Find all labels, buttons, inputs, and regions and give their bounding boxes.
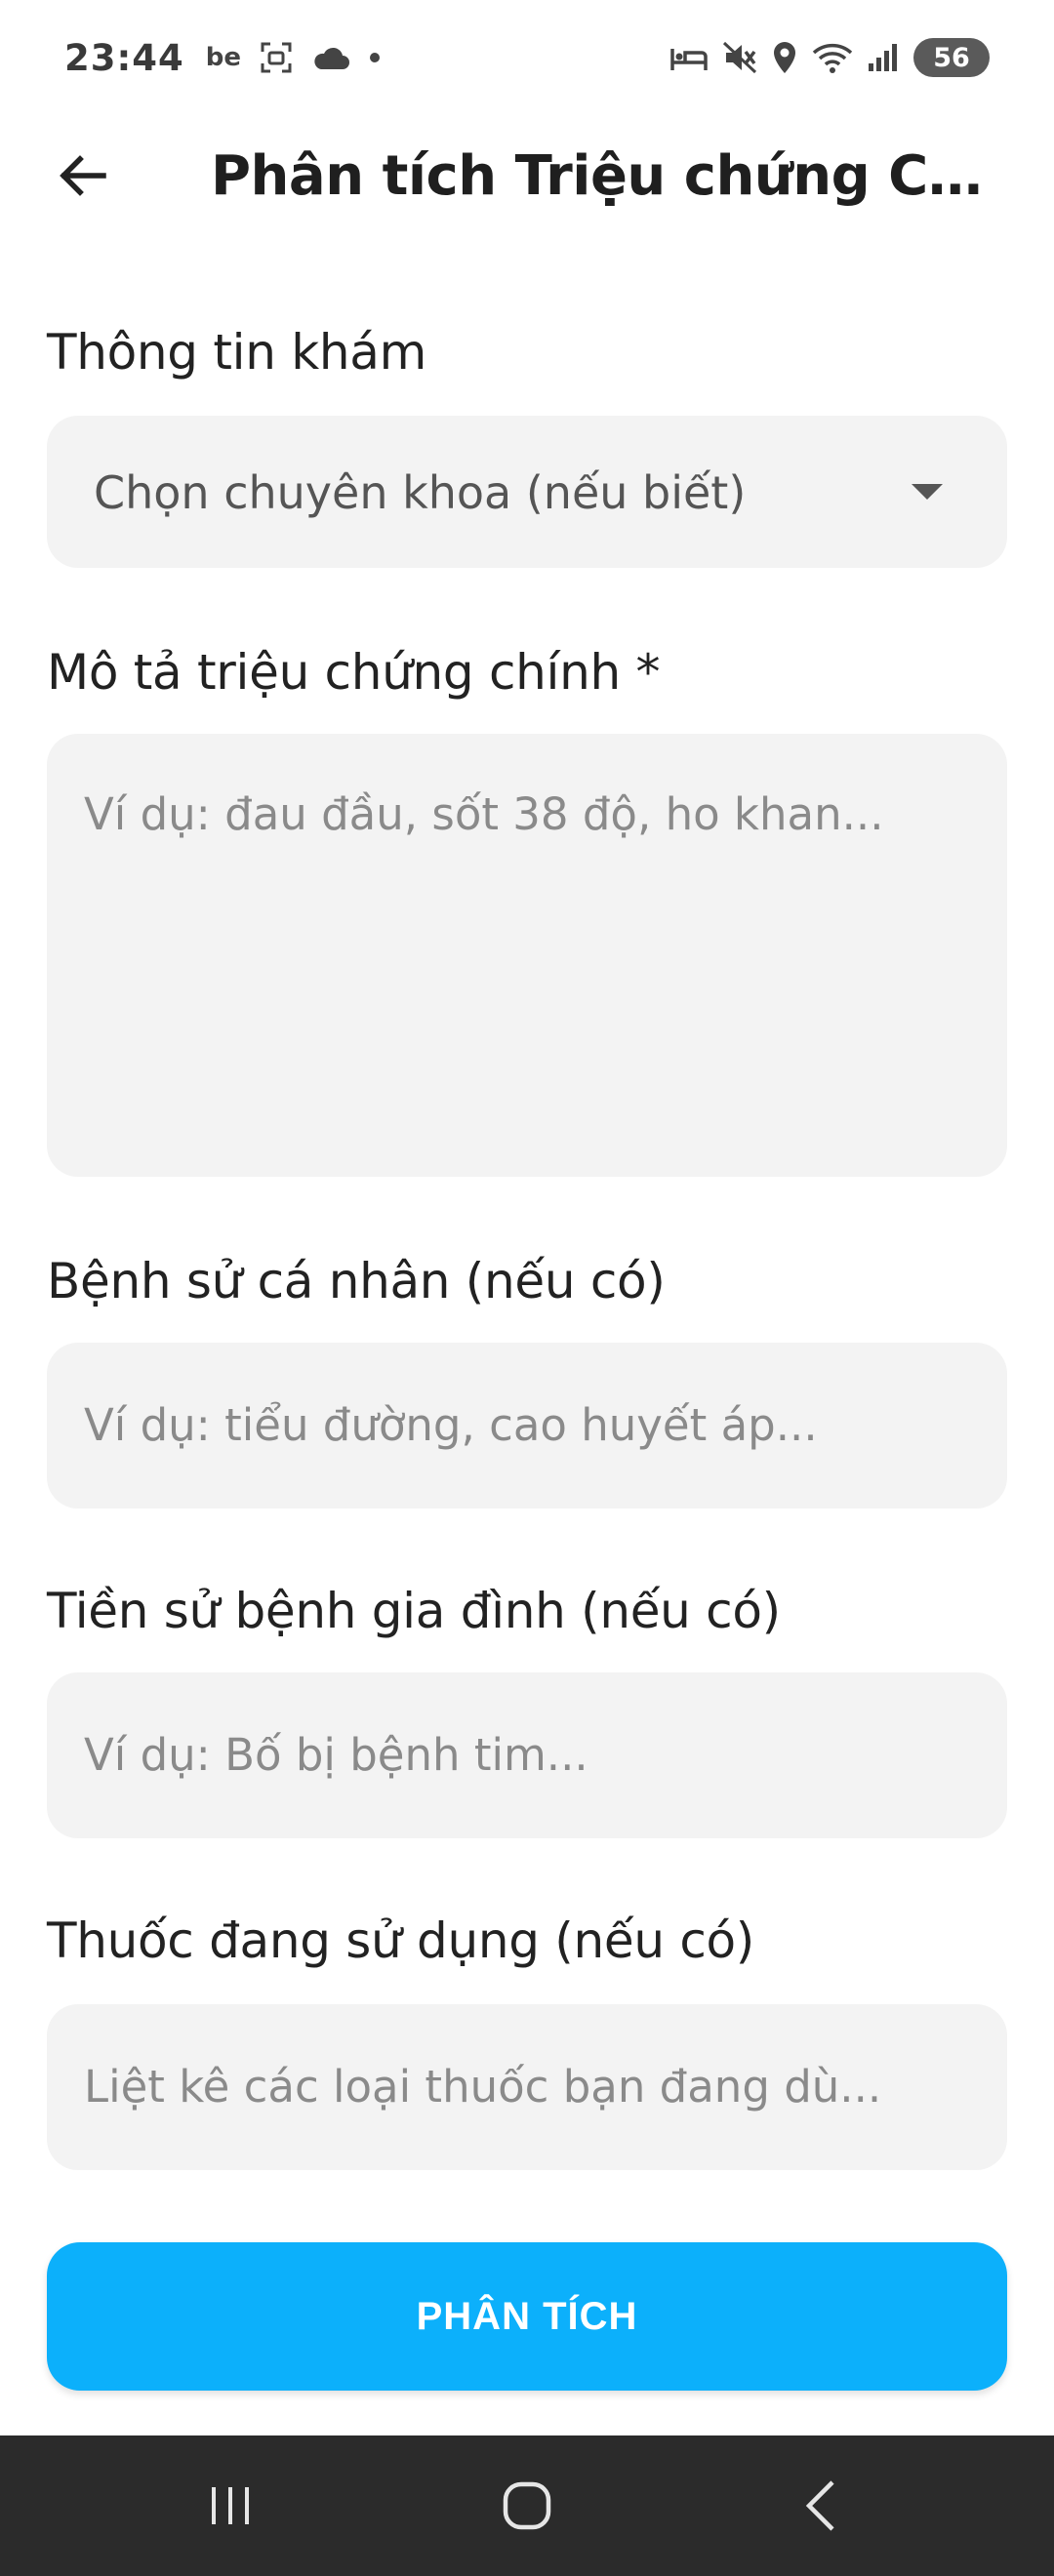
status-right-icons: 56	[669, 0, 990, 115]
caret-down-icon	[912, 484, 943, 500]
status-left-icons: be	[206, 40, 382, 75]
status-bar: 23:44 be 56	[0, 0, 1054, 115]
cloud-icon	[311, 43, 350, 72]
wifi-icon	[812, 41, 853, 74]
medications-placeholder: Liệt kê các loại thuốc bạn đang dù...	[84, 2061, 882, 2113]
medications-input[interactable]: Liệt kê các loại thuốc bạn đang dù...	[47, 2004, 1007, 2170]
page-title: Phân tích Triệu chứng Chi...	[211, 144, 1011, 208]
personal-history-input[interactable]: Ví dụ: tiểu đường, cao huyết áp...	[47, 1343, 1007, 1509]
app-bar: Phân tích Triệu chứng Chi...	[0, 115, 1054, 236]
medications-label: Thuốc đang sử dụng (nếu có)	[47, 1912, 755, 1969]
personal-history-placeholder: Ví dụ: tiểu đường, cao huyết áp...	[84, 1399, 818, 1451]
personal-history-label: Bệnh sử cá nhân (nếu có)	[47, 1253, 666, 1309]
dot-icon	[368, 51, 382, 64]
chevron-left-icon	[805, 2480, 834, 2531]
be-icon: be	[205, 43, 242, 72]
specialty-dropdown[interactable]: Chọn chuyên khoa (nếu biết)	[47, 416, 1007, 568]
symptoms-textarea[interactable]: Ví dụ: đau đầu, sốt 38 độ, ho khan...	[47, 734, 1007, 1177]
home-icon	[503, 2481, 551, 2530]
bed-icon	[669, 43, 709, 72]
recent-apps-button[interactable]	[172, 2463, 289, 2549]
family-history-input[interactable]: Ví dụ: Bố bị bệnh tim...	[47, 1672, 1007, 1838]
section-title: Thông tin khám	[47, 324, 427, 381]
system-nav-bar	[0, 2435, 1054, 2576]
arrow-left-icon	[60, 155, 106, 196]
family-history-placeholder: Ví dụ: Bố bị bệnh tim...	[84, 1729, 588, 1781]
analyze-button-label: PHÂN TÍCH	[416, 2294, 638, 2338]
mute-icon	[722, 41, 757, 74]
home-button[interactable]	[468, 2463, 586, 2549]
status-time: 23:44	[64, 36, 184, 79]
symptoms-label: Mô tả triệu chứng chính *	[47, 644, 661, 701]
battery-indicator: 56	[913, 38, 990, 77]
recent-apps-icon	[212, 2487, 249, 2524]
screen: 23:44 be 56 Phân tích Triệu chứng Chi...…	[0, 0, 1054, 2576]
family-history-label: Tiền sử bệnh gia đình (nếu có)	[47, 1583, 781, 1639]
signal-icon	[867, 42, 900, 73]
screenshot-icon	[259, 40, 294, 75]
back-button[interactable]	[43, 137, 121, 215]
specialty-dropdown-value: Chọn chuyên khoa (nếu biết)	[94, 466, 747, 519]
analyze-button[interactable]: PHÂN TÍCH	[47, 2242, 1007, 2391]
location-icon	[771, 40, 798, 75]
back-nav-button[interactable]	[763, 2463, 880, 2549]
symptoms-placeholder: Ví dụ: đau đầu, sốt 38 độ, ho khan...	[84, 788, 884, 840]
